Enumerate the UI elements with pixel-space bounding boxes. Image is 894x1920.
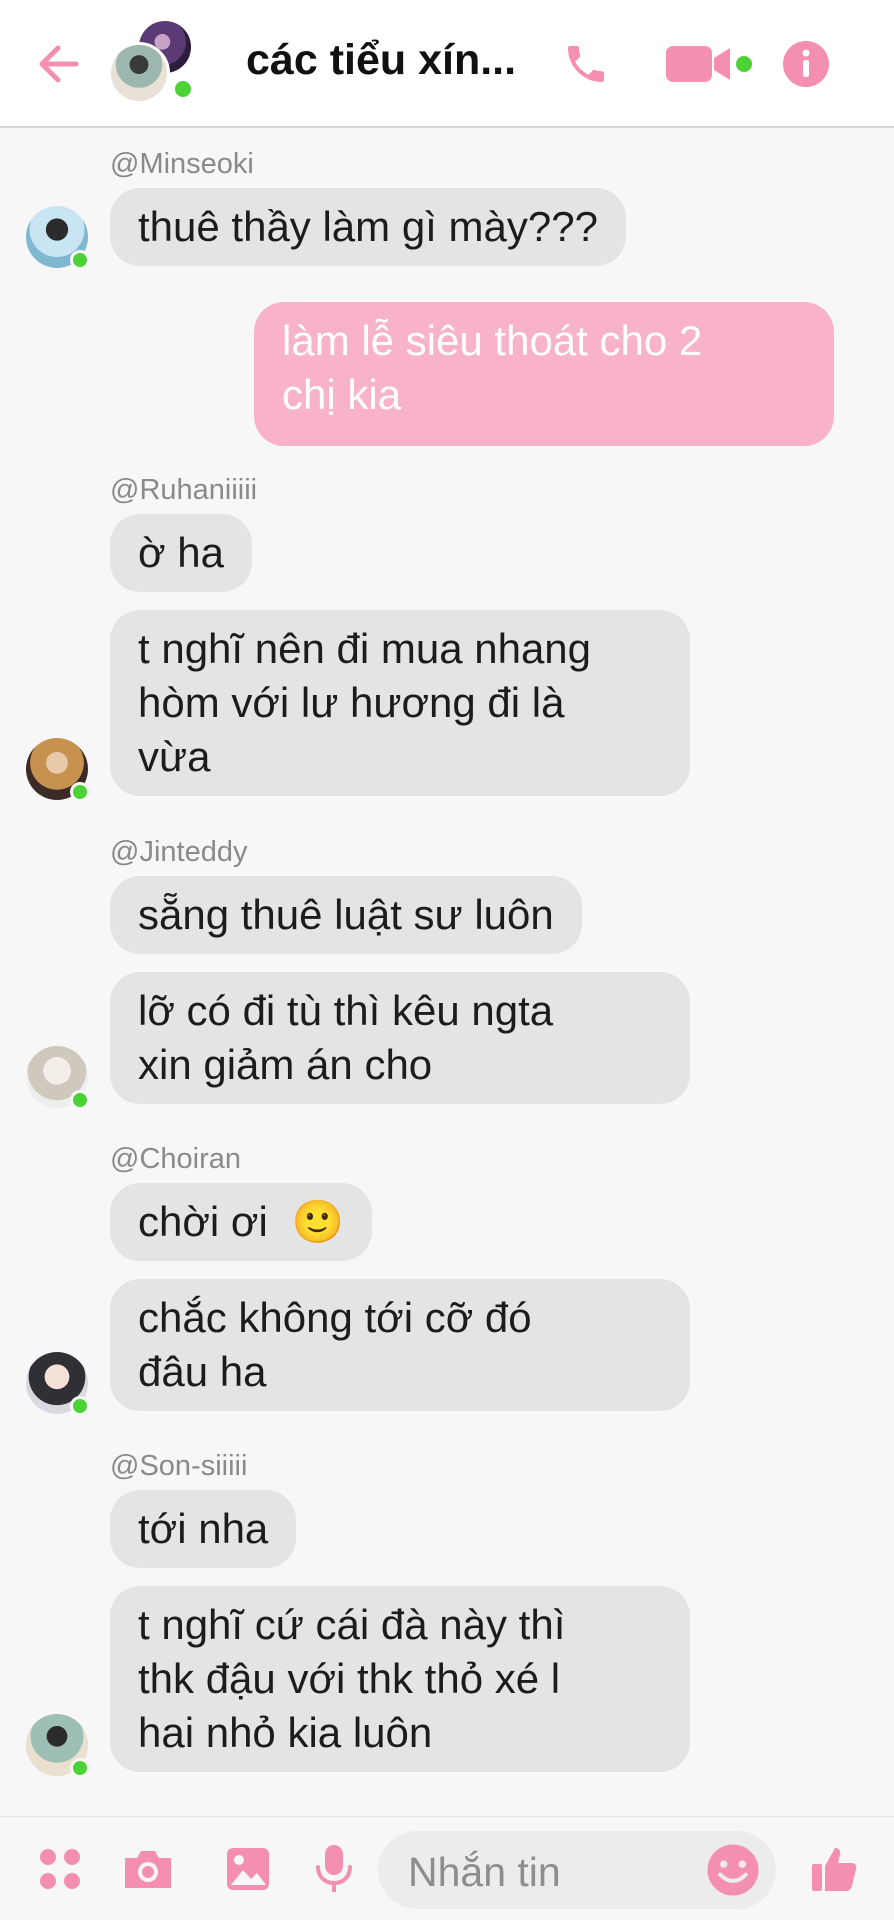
message-line: làm lễ siêu thoát cho 2 xyxy=(282,317,703,364)
conversation-title[interactable]: các tiểu xín... xyxy=(246,36,516,85)
voice-button[interactable] xyxy=(304,1839,364,1899)
emoji-icon: 🙂 xyxy=(291,1198,344,1245)
message-line: lỡ có đi tù thì kêu ngta xyxy=(138,987,554,1034)
sender-name: @Ruhaniiiii xyxy=(110,474,258,506)
avatar[interactable] xyxy=(26,1046,90,1110)
online-indicator xyxy=(70,1758,90,1778)
microphone-icon xyxy=(316,1845,352,1892)
message-bubble[interactable]: lỡ có đi tù thì kêu ngta xin giảm án cho xyxy=(110,972,690,1104)
online-indicator xyxy=(70,250,90,270)
message-bubble[interactable]: chắc không tới cỡ đó đâu ha xyxy=(110,1279,690,1411)
phone-icon xyxy=(568,46,604,82)
back-button[interactable] xyxy=(30,36,86,92)
message-line: thk đậu với thk thỏ xé l xyxy=(138,1655,561,1702)
message-bubble[interactable]: sẵng thuê luật sư luôn xyxy=(110,876,582,954)
camera-button[interactable] xyxy=(118,1839,178,1899)
message-line: hai nhỏ kia luôn xyxy=(138,1709,433,1756)
message-line: t nghĩ cứ cái đà này thì xyxy=(138,1601,566,1648)
message-bubble[interactable]: t nghĩ cứ cái đà này thì thk đậu với thk… xyxy=(110,1586,690,1772)
avatar[interactable] xyxy=(26,1352,90,1416)
sender-name: @Jinteddy xyxy=(110,836,248,868)
message-input[interactable]: Nhắn tin xyxy=(378,1831,776,1909)
message-bubble[interactable]: chời ơi 🙂 xyxy=(110,1183,372,1261)
group-avatar[interactable] xyxy=(108,16,204,104)
video-call-button[interactable] xyxy=(664,38,756,90)
apps-grid-icon xyxy=(40,1849,80,1889)
info-icon xyxy=(783,41,829,87)
sender-name: @Choiran xyxy=(110,1143,241,1175)
info-button[interactable] xyxy=(778,38,834,90)
back-arrow-icon xyxy=(39,45,79,83)
sender-name: @Son-siiiii xyxy=(110,1450,248,1482)
avatar xyxy=(108,42,170,104)
like-button[interactable] xyxy=(804,1839,864,1899)
thumbs-up-icon xyxy=(812,1848,857,1891)
message-bubble[interactable]: tới nha xyxy=(110,1490,297,1568)
image-icon xyxy=(227,1848,269,1890)
message-line: vừa xyxy=(138,733,211,780)
apps-button[interactable] xyxy=(30,1839,90,1899)
message-bubble[interactable]: ờ ha xyxy=(110,514,252,592)
gallery-button[interactable] xyxy=(218,1839,278,1899)
composer-bar: Nhắn tin xyxy=(0,1816,894,1920)
message-text: chời ơi xyxy=(138,1198,268,1245)
avatar[interactable] xyxy=(26,206,90,270)
chat-header: các tiểu xín... xyxy=(0,0,894,128)
avatar[interactable] xyxy=(26,1714,90,1778)
message-line: xin giảm án cho xyxy=(138,1041,433,1088)
online-indicator xyxy=(172,78,194,100)
online-indicator xyxy=(70,1090,90,1110)
message-line: t nghĩ nên đi mua nhang xyxy=(138,625,592,672)
message-line: chắc không tới cỡ đó xyxy=(138,1294,532,1341)
message-bubble-outgoing[interactable]: làm lễ siêu thoát cho 2 chị kia xyxy=(254,302,834,446)
message-input-placeholder: Nhắn tin xyxy=(408,1849,561,1895)
emoji-icon[interactable] xyxy=(704,1841,762,1899)
online-indicator xyxy=(70,1396,90,1416)
sender-name: @Minseoki xyxy=(110,148,254,180)
avatar[interactable] xyxy=(26,738,90,802)
message-line: hòm với lư hương đi là xyxy=(138,679,565,726)
camera-icon xyxy=(125,1851,171,1888)
call-button[interactable] xyxy=(558,38,614,90)
video-camera-icon xyxy=(666,46,752,82)
message-line: chị kia xyxy=(282,371,402,418)
message-line: đâu ha xyxy=(138,1348,267,1395)
online-indicator xyxy=(70,782,90,802)
message-bubble[interactable]: t nghĩ nên đi mua nhang hòm với lư hương… xyxy=(110,610,690,796)
message-bubble[interactable]: thuê thầy làm gì mày??? xyxy=(110,188,626,266)
